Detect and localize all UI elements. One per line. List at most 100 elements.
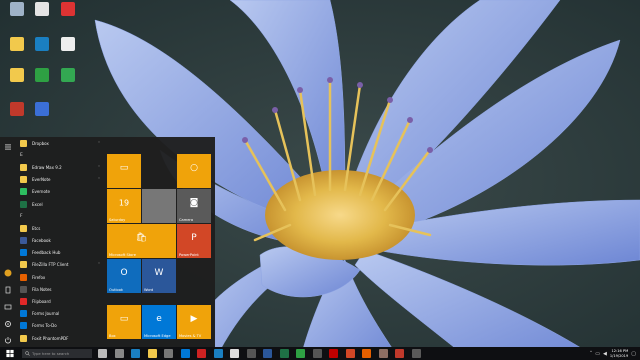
notifications-icon[interactable]: ▢: [631, 351, 636, 357]
start-tile[interactable]: O Outlook: [107, 259, 141, 293]
desktop-app-icon: [10, 37, 24, 51]
desktop-icon[interactable]: [29, 2, 55, 32]
taskbar-filezilla-icon[interactable]: [329, 349, 338, 358]
app-list-item[interactable]: Dropbox ˅: [16, 137, 104, 149]
desktop-icon[interactable]: [4, 37, 30, 67]
taskbar-firefox-icon[interactable]: [362, 349, 371, 358]
app-list-item[interactable]: Fila Notes: [16, 283, 104, 295]
taskbar-app-icon[interactable]: [312, 349, 322, 358]
start-tile[interactable]: ▶ Movies & TV: [177, 305, 211, 339]
tile-date-number: 19: [118, 198, 130, 208]
taskbar-file-explorer-icon[interactable]: [147, 349, 157, 358]
network-icon[interactable]: ▭: [595, 351, 600, 357]
app-list-item[interactable]: Facebook: [16, 235, 104, 247]
windows-start-icon[interactable]: [5, 349, 15, 358]
settings-icon[interactable]: [4, 320, 12, 328]
taskbar-calc-icon[interactable]: [246, 349, 256, 358]
taskbar-search-box[interactable]: Type here to search: [22, 349, 92, 358]
app-list-item[interactable]: Forms Journal: [16, 308, 104, 320]
start-tile[interactable]: W Word: [142, 259, 176, 293]
app-list-item[interactable]: FileZilla FTP Client ˅: [16, 259, 104, 271]
taskbar-app4-icon[interactable]: [395, 349, 404, 358]
chevron-down-icon: ˅: [98, 262, 100, 268]
desktop-icon[interactable]: [55, 68, 81, 98]
app-icon: [20, 285, 27, 293]
desktop-icon[interactable]: [55, 2, 81, 32]
search-icon: [25, 351, 30, 356]
start-tile[interactable]: ▭ Box: [107, 305, 141, 339]
desktop-app-icon: [10, 2, 24, 16]
desktop-icon[interactable]: [4, 102, 30, 132]
tile-icon: e: [156, 313, 162, 324]
start-tile[interactable]: ○: [177, 154, 211, 188]
search-placeholder: Type here to search: [32, 351, 70, 356]
user-icon[interactable]: [4, 269, 12, 277]
taskbar-app3-icon[interactable]: [378, 349, 388, 358]
desktop-icon[interactable]: [4, 68, 30, 98]
taskbar-xbox-icon[interactable]: [296, 349, 305, 358]
desktop-app-icon: [61, 37, 75, 51]
start-tile[interactable]: P PowerPoint: [177, 224, 211, 258]
app-list-item[interactable]: Etcs: [16, 222, 104, 234]
app-icon: [20, 200, 27, 208]
taskbar-excel-icon[interactable]: [279, 349, 289, 358]
taskbar-chrome-icon[interactable]: [230, 349, 239, 358]
app-list-item[interactable]: Feedback Hub: [16, 247, 104, 259]
start-tile[interactable]: e Microsoft Edge: [142, 305, 176, 339]
clock[interactable]: 12:16 PM 1/19/2019: [610, 349, 628, 358]
app-list-letter-header[interactable]: E: [16, 149, 104, 161]
tile-icon: ○: [190, 162, 198, 173]
tile-icon: O: [120, 267, 128, 278]
folder-icon: [20, 334, 27, 342]
folder-icon: [20, 261, 27, 269]
app-icon: [20, 322, 27, 330]
hamburger-icon[interactable]: [4, 143, 12, 151]
taskbar-task-view-icon[interactable]: [114, 349, 124, 358]
taskbar-photos-icon[interactable]: [213, 349, 223, 358]
app-list-item[interactable]: EverNote ˅: [16, 174, 104, 186]
volume-icon[interactable]: ◀: [603, 351, 607, 357]
taskbar-store-icon[interactable]: [164, 349, 173, 358]
app-list-item[interactable]: Forms To-Do: [16, 320, 104, 332]
documents-icon[interactable]: [4, 286, 12, 294]
taskbar-cortana-icon[interactable]: [98, 349, 107, 358]
app-list-letter-header[interactable]: F: [16, 210, 104, 222]
tile-label: Saturday: [109, 218, 126, 222]
taskbar-edge-icon[interactable]: [131, 349, 140, 358]
desktop-icon[interactable]: [55, 37, 81, 67]
desktop-icon[interactable]: [29, 102, 55, 132]
app-list-item-label: Foxit PhantomPDF: [32, 335, 69, 341]
taskbar-x-app-icon[interactable]: [197, 349, 206, 358]
app-list-item[interactable]: Firefox: [16, 271, 104, 283]
desktop-icon[interactable]: [4, 2, 30, 32]
taskbar-app2-icon[interactable]: [345, 349, 355, 358]
chevron-down-icon: ˅: [98, 164, 100, 170]
app-list-item[interactable]: Excel: [16, 198, 104, 210]
app-list-item[interactable]: Foxit PhantomPDF: [16, 332, 104, 344]
taskbar-word-icon[interactable]: [263, 349, 272, 358]
taskbar-mail-icon[interactable]: [180, 349, 190, 358]
pictures-icon[interactable]: [4, 303, 12, 311]
start-tile[interactable]: 19 Saturday: [107, 189, 141, 223]
start-tile[interactable]: ◙ Camera: [177, 189, 211, 223]
app-list-item-label: E: [20, 152, 23, 158]
tile-label: Movies & TV: [179, 334, 202, 338]
app-list-item-label: Flipboard: [32, 299, 51, 305]
tile-icon: ▭: [119, 162, 129, 173]
power-icon[interactable]: [4, 336, 12, 344]
app-list-item-label: Dropbox: [32, 140, 49, 146]
chevron-down-icon: ˅: [98, 177, 100, 183]
tile-label: Microsoft Edge: [144, 334, 171, 338]
chevron-up-icon[interactable]: ˄: [590, 351, 593, 357]
app-list-item[interactable]: Evernote: [16, 186, 104, 198]
tile-icon: P: [191, 232, 197, 243]
app-list-item[interactable]: Flipboard: [16, 295, 104, 307]
taskbar-app5-icon[interactable]: [411, 349, 421, 358]
desktop-icon[interactable]: [29, 68, 55, 98]
desktop-icon[interactable]: [29, 37, 55, 67]
start-tile[interactable]: ▭: [107, 154, 141, 188]
tile-label: Word: [144, 288, 154, 292]
start-tile[interactable]: [142, 189, 176, 223]
start-tile[interactable]: 🛍 Microsoft Store: [107, 224, 176, 258]
app-list-item[interactable]: Edraw Max 9.2 ˅: [16, 161, 104, 173]
